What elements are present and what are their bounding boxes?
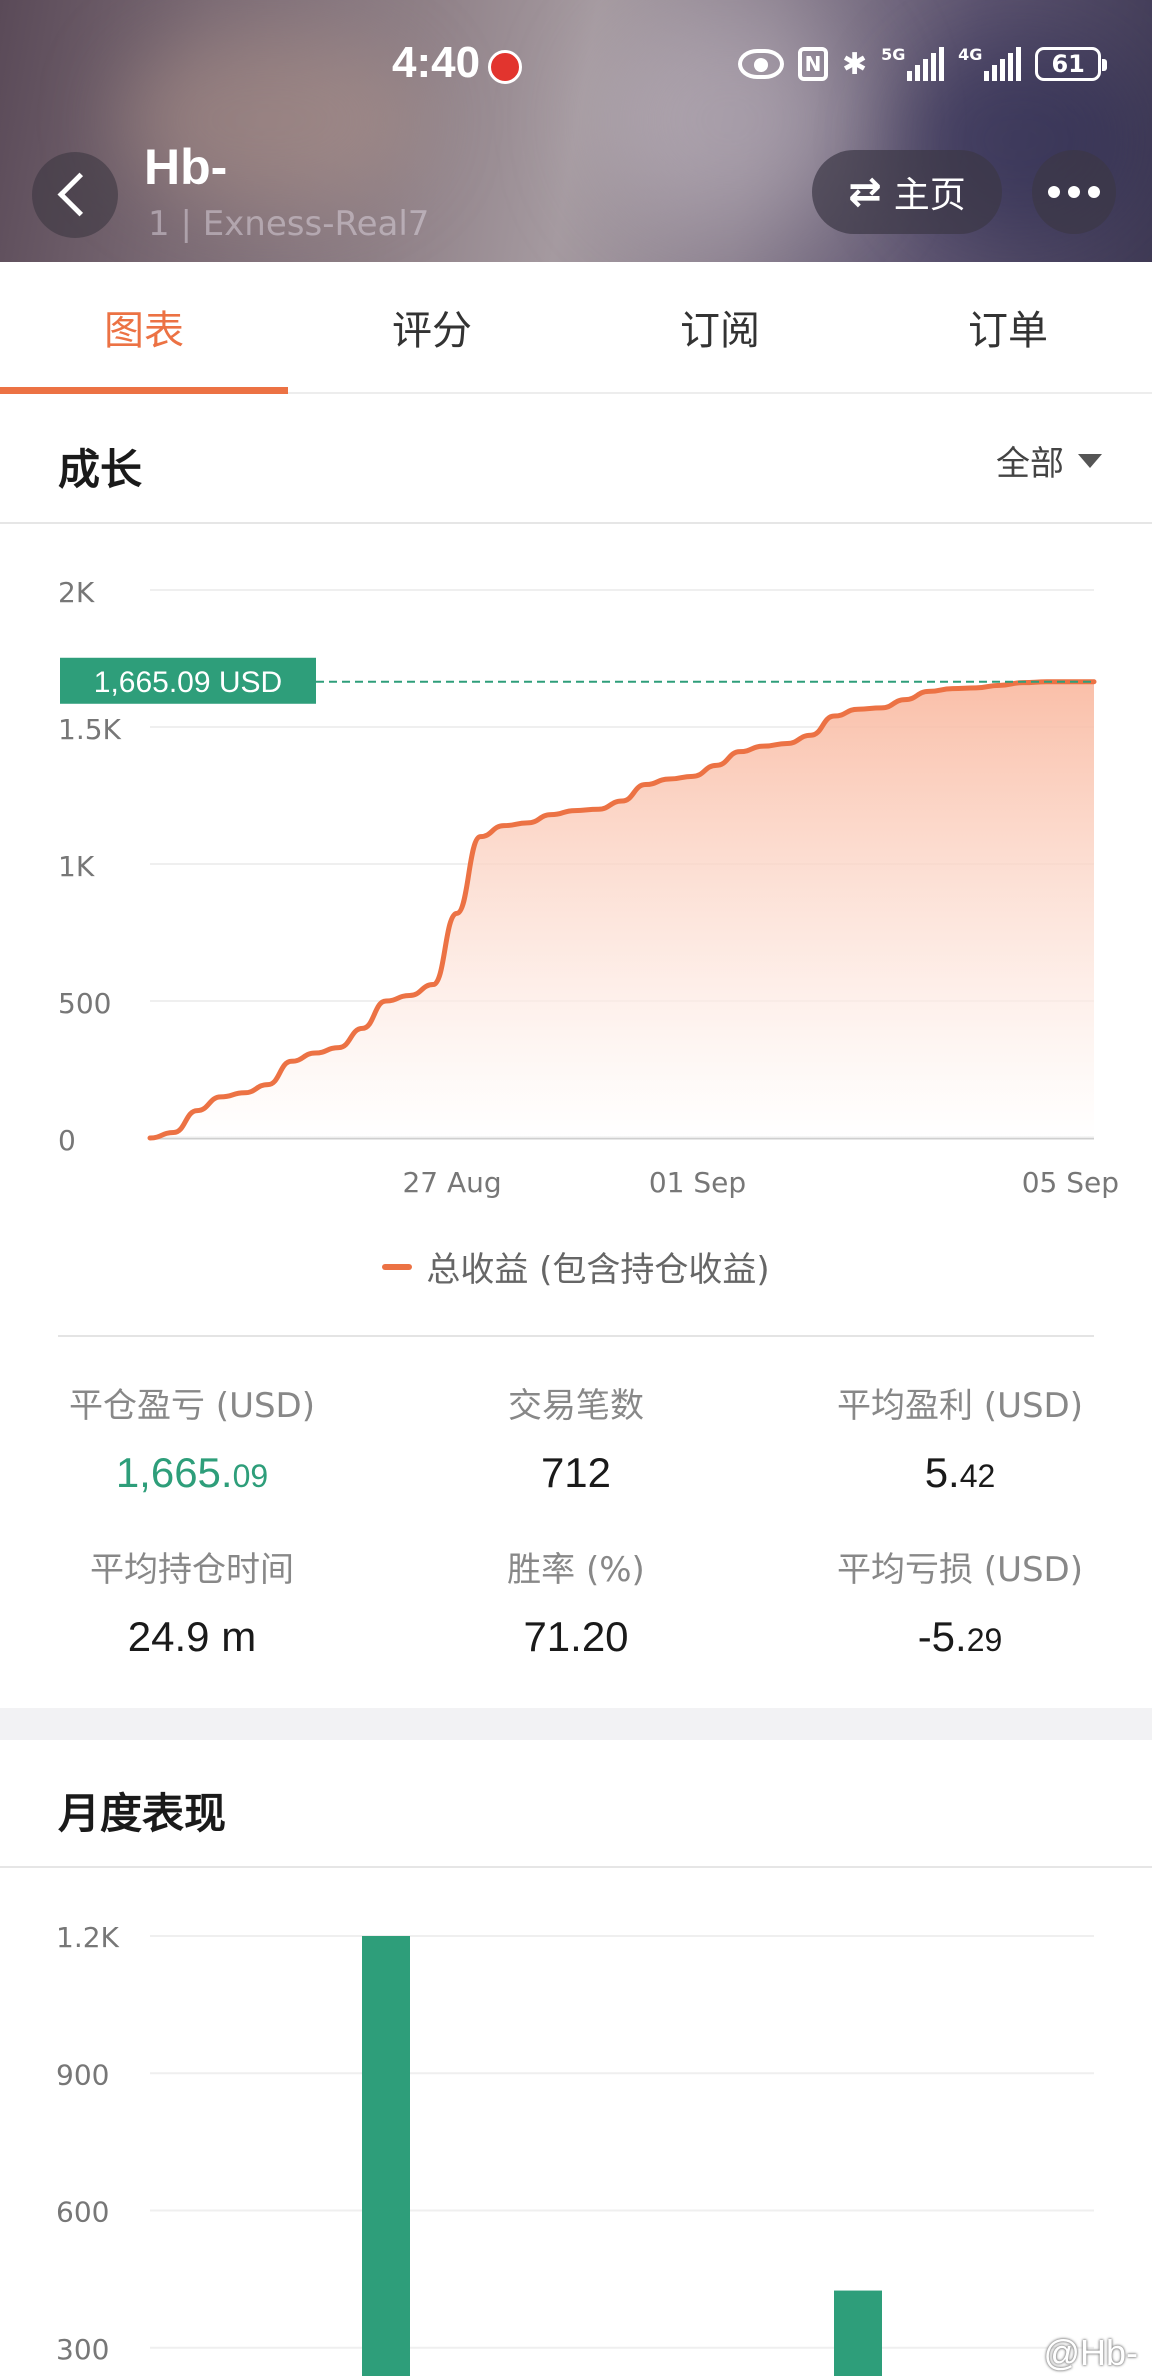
stat-label: 胜率 (%) xyxy=(507,1550,645,1590)
y-tick-label: 500 xyxy=(58,987,111,1020)
more-dot-icon xyxy=(1068,186,1080,198)
growth-area xyxy=(150,681,1094,1138)
stat-trades: 交易笔数 712 xyxy=(384,1378,768,1497)
y-tick-label: 2K xyxy=(58,576,95,609)
more-button[interactable] xyxy=(1032,150,1116,234)
monthly-chart: 300 600 900 1.2K xyxy=(56,1921,1094,2376)
back-button[interactable] xyxy=(32,152,118,238)
bluetooth-icon: ✱ xyxy=(842,46,868,82)
y-tick-label: 300 xyxy=(56,2333,109,2366)
signal-5g-icon: 5G xyxy=(881,45,945,81)
nfc-icon: N xyxy=(798,47,828,81)
more-dot-icon xyxy=(1088,186,1100,198)
stat-avg-profit: 平均盈利 (USD) 5.42 xyxy=(768,1378,1152,1497)
tab-rating[interactable]: 评分 xyxy=(288,262,576,392)
swap-icon: ⇄ xyxy=(848,169,882,215)
stat-avg-hold: 平均持仓时间 24.9 m xyxy=(0,1542,384,1661)
growth-legend: 总收益 (包含持仓收益) xyxy=(0,1242,1152,1291)
stat-value: 1,665.09 xyxy=(115,1449,269,1496)
stat-label: 平均盈利 (USD) xyxy=(837,1386,1083,1426)
current-value-label: 1,665.09 USD xyxy=(94,666,282,699)
growth-chart: 0 500 1K 1.5K 2K 27 Aug 01 Sep 05 Sep 1,665.09 U… xyxy=(58,576,1119,1199)
stat-value: 71.20 xyxy=(523,1613,629,1660)
legend-swatch xyxy=(382,1263,413,1270)
monthly-bar xyxy=(362,1936,410,2376)
y-tick-label: 1.5K xyxy=(58,713,122,746)
stat-label: 平均持仓时间 xyxy=(90,1550,294,1590)
x-tick-label: 01 Sep xyxy=(649,1166,746,1199)
growth-section-header: 成长 全部 xyxy=(0,396,1152,524)
account-subtitle: 1 | Exness-Real7 xyxy=(148,204,430,244)
y-tick-label: 0 xyxy=(58,1124,76,1157)
tab-orders[interactable]: 订单 xyxy=(864,262,1152,392)
y-tick-label: 1.2K xyxy=(56,1921,120,1954)
section-gap xyxy=(0,1708,1152,1740)
more-dot-icon xyxy=(1048,186,1060,198)
growth-title: 成长 xyxy=(58,445,143,494)
status-icons: N ✱ 5G 4G 61 xyxy=(738,44,1108,84)
stat-win-rate: 胜率 (%) 71.20 xyxy=(384,1542,768,1661)
period-filter-dropdown[interactable]: 全部 xyxy=(996,436,1102,485)
battery-icon: 61 xyxy=(1035,47,1108,81)
x-tick-label: 27 Aug xyxy=(402,1166,501,1199)
signal-4g-icon: 4G xyxy=(958,45,1022,81)
stat-value: 24.9 m xyxy=(127,1613,257,1660)
home-button-label: 主页 xyxy=(893,175,966,216)
header: 4:40 N ✱ 5G 4G 61 Hb- 1 | Exness-Real7 ⇄… xyxy=(0,0,1152,262)
monthly-bar xyxy=(834,2290,882,2376)
stat-label: 交易笔数 xyxy=(508,1386,644,1426)
stat-label: 平均亏损 (USD) xyxy=(837,1550,1083,1590)
tab-subscription[interactable]: 订阅 xyxy=(576,262,864,392)
eye-icon xyxy=(738,49,784,79)
status-time: 4:40 xyxy=(392,38,481,87)
stat-value: -5.29 xyxy=(917,1613,1003,1660)
monthly-title: 月度表现 xyxy=(58,1789,227,1838)
tab-bar: 图表 评分 订阅 订单 xyxy=(0,262,1152,394)
y-tick-label: 600 xyxy=(56,2196,109,2229)
watermark: @Hb- xyxy=(1043,2332,1138,2373)
x-tick-label: 05 Sep xyxy=(1022,1166,1119,1199)
stat-value: 5.42 xyxy=(924,1449,996,1496)
home-button[interactable]: ⇄ 主页 xyxy=(812,150,1002,234)
legend-label: 总收益 (包含持仓收益) xyxy=(426,1250,770,1290)
status-bar: 4:40 N ✱ 5G 4G 61 xyxy=(0,0,1152,130)
stat-label: 平仓盈亏 (USD) xyxy=(69,1386,315,1426)
account-name: Hb- xyxy=(144,139,228,195)
period-filter-label: 全部 xyxy=(996,444,1064,484)
divider xyxy=(58,1335,1094,1337)
stat-closed-pnl: 平仓盈亏 (USD) 1,665.09 xyxy=(0,1378,384,1497)
stat-avg-loss: 平均亏损 (USD) -5.29 xyxy=(768,1542,1152,1661)
app-logo-icon xyxy=(488,50,522,84)
stat-value: 712 xyxy=(540,1449,612,1496)
tab-chart[interactable]: 图表 xyxy=(0,262,288,394)
monthly-section-header: 月度表现 xyxy=(0,1740,1152,1868)
y-tick-label: 1K xyxy=(58,850,95,883)
caret-down-icon xyxy=(1078,453,1102,468)
y-tick-label: 900 xyxy=(56,2058,109,2091)
